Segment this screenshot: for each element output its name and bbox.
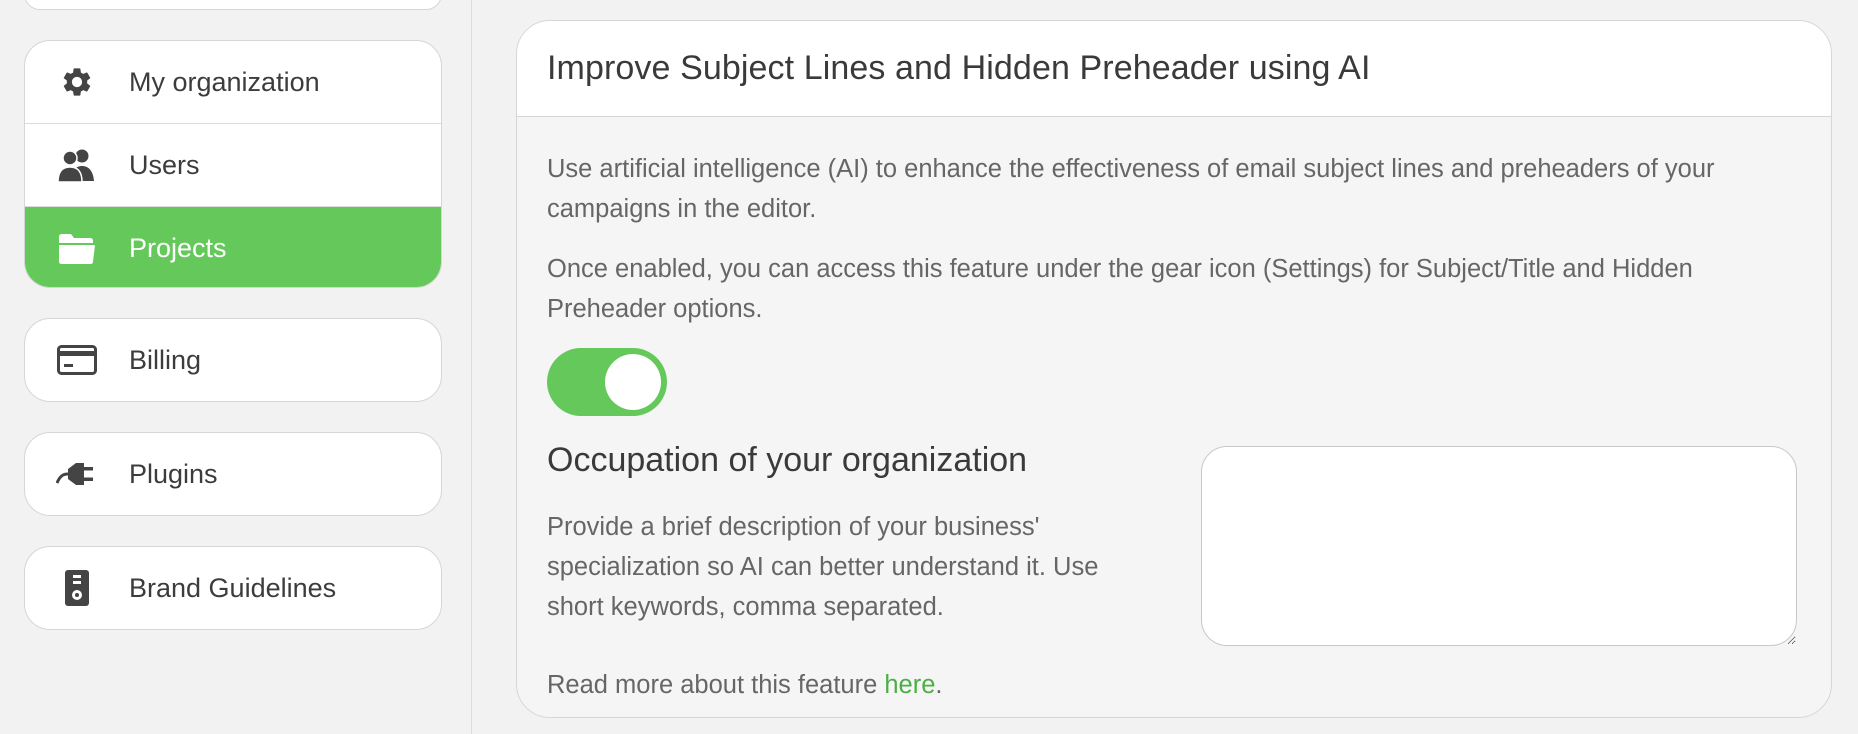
read-more-suffix: . <box>935 671 943 699</box>
occupation-textarea[interactable] <box>1201 446 1797 646</box>
users-icon <box>55 143 99 187</box>
sidebar-item-billing[interactable]: Billing <box>25 319 441 401</box>
read-more-link[interactable]: here <box>884 671 935 699</box>
toggle-knob <box>605 354 661 410</box>
sidebar-card-top <box>24 0 442 10</box>
credit-card-icon <box>55 338 99 382</box>
ai-subject-lines-panel: Improve Subject Lines and Hidden Prehead… <box>516 20 1832 718</box>
sidebar-card-plugins: Plugins <box>24 432 442 516</box>
sidebar-item-label: Projects <box>129 232 227 263</box>
sidebar-item-label: Billing <box>129 344 202 375</box>
plug-icon <box>55 452 99 496</box>
panel-title: Improve Subject Lines and Hidden Prehead… <box>547 49 1371 87</box>
gear-icon <box>55 60 99 104</box>
sidebar-item-label: My organization <box>129 66 320 97</box>
sidebar-item-projects[interactable]: Projects <box>25 207 441 287</box>
panel-header: Improve Subject Lines and Hidden Prehead… <box>517 21 1831 117</box>
sidebar-item-label: Brand Guidelines <box>129 572 337 603</box>
sidebar-item-brand-guidelines[interactable]: Brand Guidelines <box>25 547 441 629</box>
occupation-title: Occupation of your organization <box>547 441 1028 479</box>
sidebar-item-users[interactable]: Users <box>25 124 441 207</box>
read-more-prefix: Read more about this feature <box>547 671 885 699</box>
sidebar: My organization Users Projects Billing P… <box>0 0 472 734</box>
sidebar-card-billing: Billing <box>24 318 442 402</box>
sidebar-item-label: Users <box>129 149 200 180</box>
brand-book-icon <box>55 566 99 610</box>
sidebar-item-my-organization[interactable]: My organization <box>25 41 441 124</box>
sidebar-item-plugins[interactable]: Plugins <box>25 433 441 515</box>
feature-instructions: Once enabled, you can access this featur… <box>547 255 1693 323</box>
ai-feature-toggle[interactable] <box>547 348 667 416</box>
folder-icon <box>55 226 99 270</box>
read-more-text: Read more about this feature here. <box>547 665 943 705</box>
sidebar-item-label: Plugins <box>129 458 218 489</box>
occupation-description: Provide a brief description of your busi… <box>547 513 1099 621</box>
sidebar-card-brand: Brand Guidelines <box>24 546 442 630</box>
sidebar-nav-group: My organization Users Projects <box>24 40 442 288</box>
feature-description: Use artificial intelligence (AI) to enha… <box>547 155 1715 223</box>
